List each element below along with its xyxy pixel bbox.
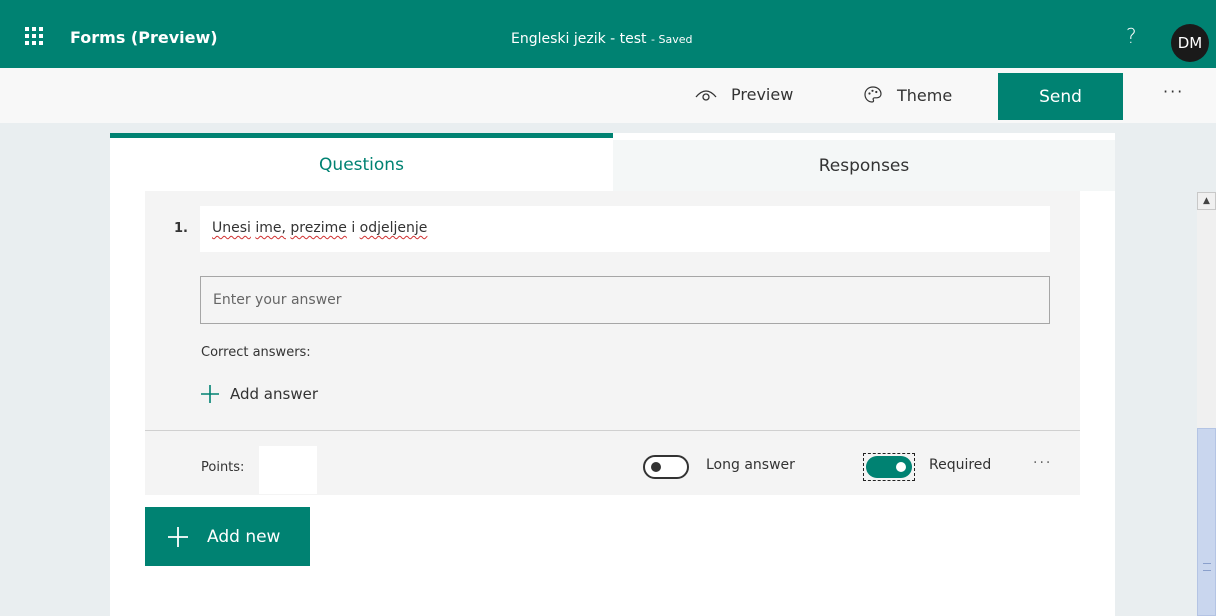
add-answer-button[interactable]: Add answer bbox=[200, 384, 318, 404]
required-label: Required bbox=[929, 457, 992, 473]
question-more-button[interactable]: ··· bbox=[1033, 455, 1052, 471]
question-number: 1. bbox=[174, 221, 188, 236]
command-bar: Preview Theme Send ··· bbox=[0, 68, 1216, 123]
add-new-label: Add new bbox=[207, 526, 281, 547]
required-toggle-track bbox=[866, 456, 912, 478]
scrollbar[interactable]: ▲ bbox=[1197, 192, 1216, 616]
send-button[interactable]: Send bbox=[998, 73, 1123, 120]
document-title[interactable]: Engleski jezik - test - Saved bbox=[511, 31, 692, 47]
toggle-knob bbox=[651, 462, 661, 472]
top-bar: Forms (Preview) Engleski jezik - test - … bbox=[0, 0, 1216, 68]
add-new-button[interactable]: Add new bbox=[145, 507, 310, 566]
question-title-word: prezime bbox=[290, 220, 347, 236]
correct-answers-label: Correct answers: bbox=[201, 345, 311, 360]
theme-label: Theme bbox=[897, 85, 953, 105]
plus-icon bbox=[168, 526, 188, 547]
points-label: Points: bbox=[201, 460, 245, 475]
tab-responses[interactable]: Responses bbox=[613, 140, 1115, 191]
more-options-button[interactable]: ··· bbox=[1163, 82, 1184, 101]
palette-icon bbox=[864, 86, 882, 103]
answer-input[interactable]: Enter your answer bbox=[200, 276, 1050, 324]
question-title-word: Unesi bbox=[212, 220, 251, 236]
app-name[interactable]: Forms (Preview) bbox=[70, 28, 218, 47]
preview-button[interactable]: Preview bbox=[695, 85, 793, 104]
points-input[interactable] bbox=[259, 446, 317, 494]
help-button[interactable]: ? bbox=[1126, 24, 1137, 48]
required-toggle[interactable] bbox=[863, 453, 915, 481]
tab-questions[interactable]: Questions bbox=[110, 133, 613, 191]
app-launcher-icon[interactable] bbox=[25, 27, 45, 45]
question-title-input[interactable]: Unesi ime, prezime i odjeljenje bbox=[200, 206, 1050, 252]
question-footer: Points: Long answer Required ··· bbox=[145, 430, 1080, 495]
scroll-up-icon[interactable]: ▲ bbox=[1197, 192, 1216, 210]
form-card: Questions Responses 1. Unesi ime, prezim… bbox=[110, 133, 1115, 616]
preview-label: Preview bbox=[731, 85, 794, 104]
question-panel[interactable]: 1. Unesi ime, prezime i odjeljenje Enter… bbox=[145, 191, 1080, 430]
avatar[interactable]: DM bbox=[1171, 24, 1209, 62]
long-answer-label: Long answer bbox=[706, 457, 795, 473]
theme-button[interactable]: Theme bbox=[863, 85, 952, 105]
plus-icon bbox=[201, 385, 219, 403]
long-answer-toggle[interactable] bbox=[643, 455, 689, 479]
eye-icon bbox=[695, 89, 717, 101]
question-title-word: i bbox=[351, 220, 356, 236]
save-status: - Saved bbox=[651, 33, 693, 46]
scroll-thumb[interactable] bbox=[1197, 428, 1216, 616]
document-title-text: Engleski jezik - test bbox=[511, 31, 647, 47]
question-title-word: ime, bbox=[255, 220, 286, 236]
scroll-grip bbox=[1203, 563, 1211, 571]
toggle-knob bbox=[896, 462, 906, 472]
add-answer-label: Add answer bbox=[230, 385, 318, 403]
question-title-word: odjeljenje bbox=[359, 220, 428, 236]
